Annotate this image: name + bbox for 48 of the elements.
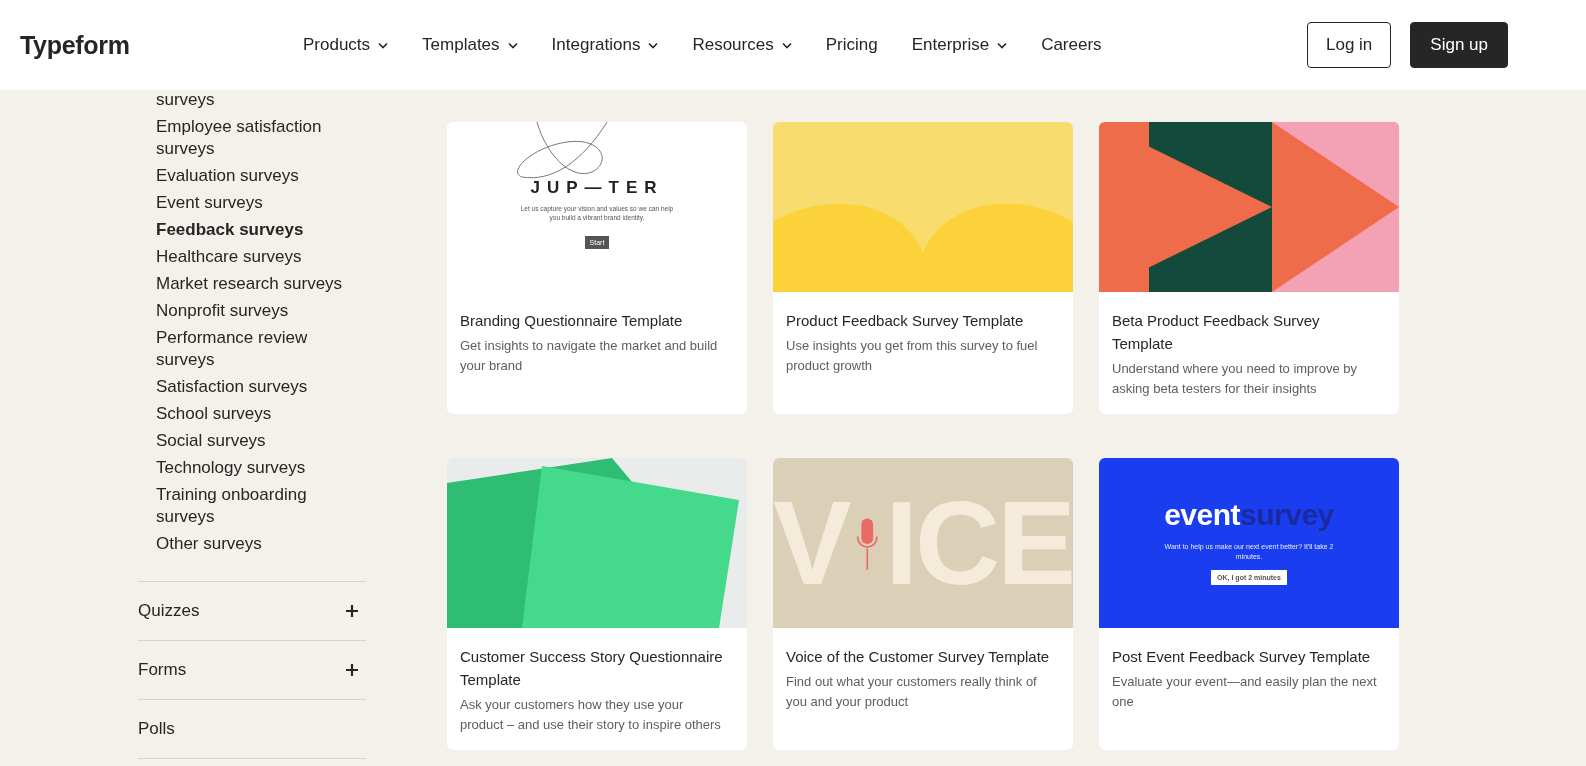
card-description: Ask your customers how they use your product – and use their story to inspire others (460, 696, 722, 734)
template-card[interactable]: Beta Product Feedback Survey Template Understand where you need to improve by asking beta testers for their insights (1099, 122, 1399, 414)
sidebar-item[interactable]: Social surveys (156, 430, 361, 452)
sidebar-item[interactable]: Performance review surveys (156, 327, 361, 371)
card-title: Customer Success Story Questionnaire Template (460, 647, 724, 690)
card-description: Evaluate your event—and easily plan the next one (1112, 673, 1378, 711)
card-title: Beta Product Feedback Survey Template (1112, 311, 1321, 354)
sidebar-item[interactable]: surveys (156, 89, 361, 111)
nav-item[interactable]: Resources (692, 35, 792, 55)
sidebar-item[interactable]: Technology surveys (156, 457, 361, 479)
nav-item[interactable]: Pricing (825, 35, 878, 55)
nav-item[interactable]: Enterprise (911, 35, 1008, 55)
card-title: Branding Questionnaire Template (460, 311, 684, 331)
template-card[interactable]: Customer Success Story Questionnaire Template Ask your customers how they use your product – and use their story to inspire others (447, 458, 747, 750)
sidebar-item[interactable]: Satisfaction surveys (156, 376, 361, 398)
template-card[interactable]: Product Feedback Survey Template Use insights you get from this survey to fuel product growth (773, 122, 1073, 414)
survey-word: survey (1240, 498, 1334, 532)
sidebar-item[interactable]: Event surveys (156, 192, 361, 214)
card-description: Use insights you get from this survey to fuel product growth (786, 337, 1039, 375)
logo[interactable]: Typeform (20, 30, 303, 60)
sidebar-item[interactable]: Evaluation surveys (156, 165, 361, 187)
sidebar-item[interactable]: Other surveys (156, 533, 361, 555)
card-title: Product Feedback Survey Template (786, 311, 1025, 331)
sidebar-item[interactable]: Healthcare surveys (156, 246, 361, 268)
log-in-button[interactable]: Log in (1307, 22, 1392, 68)
plus-icon[interactable] (346, 664, 358, 676)
form-heading: JUP—TER (530, 178, 664, 198)
card-title: Post Event Feedback Survey Template (1112, 647, 1372, 667)
plus-icon[interactable] (346, 605, 358, 617)
card-description: Find out what your customers really think of you and your product (786, 673, 1038, 711)
card-description: Understand where you need to improve by asking beta testers for their insights (1112, 360, 1358, 398)
section-label[interactable]: Forms (138, 660, 187, 680)
sidebar-item[interactable]: Nonprofit surveys (156, 300, 361, 322)
nav-item[interactable]: Products (303, 35, 389, 55)
card-title: Voice of the Customer Survey Template (786, 647, 1051, 667)
sidebar-item[interactable]: School surveys (156, 403, 361, 425)
nav-item[interactable]: Templates (422, 35, 518, 55)
sidebar-item[interactable]: Training onboarding surveys (156, 484, 361, 528)
sidebar-item[interactable]: Market research surveys (156, 273, 361, 295)
sidebar-item[interactable]: Employee satisfaction surveys (156, 116, 361, 160)
section-label[interactable]: Quizzes (138, 601, 200, 621)
card-description: Get insights to navigate the market and build your brand (460, 337, 719, 375)
nav-item[interactable]: Careers (1041, 35, 1102, 55)
event-word: event (1164, 498, 1241, 532)
sign-up-button[interactable]: Sign up (1410, 22, 1508, 68)
sidebar-item[interactable]: Feedback surveys (156, 219, 361, 241)
section-label[interactable]: Polls (138, 719, 175, 739)
nav-item[interactable]: Integrations (551, 35, 659, 55)
